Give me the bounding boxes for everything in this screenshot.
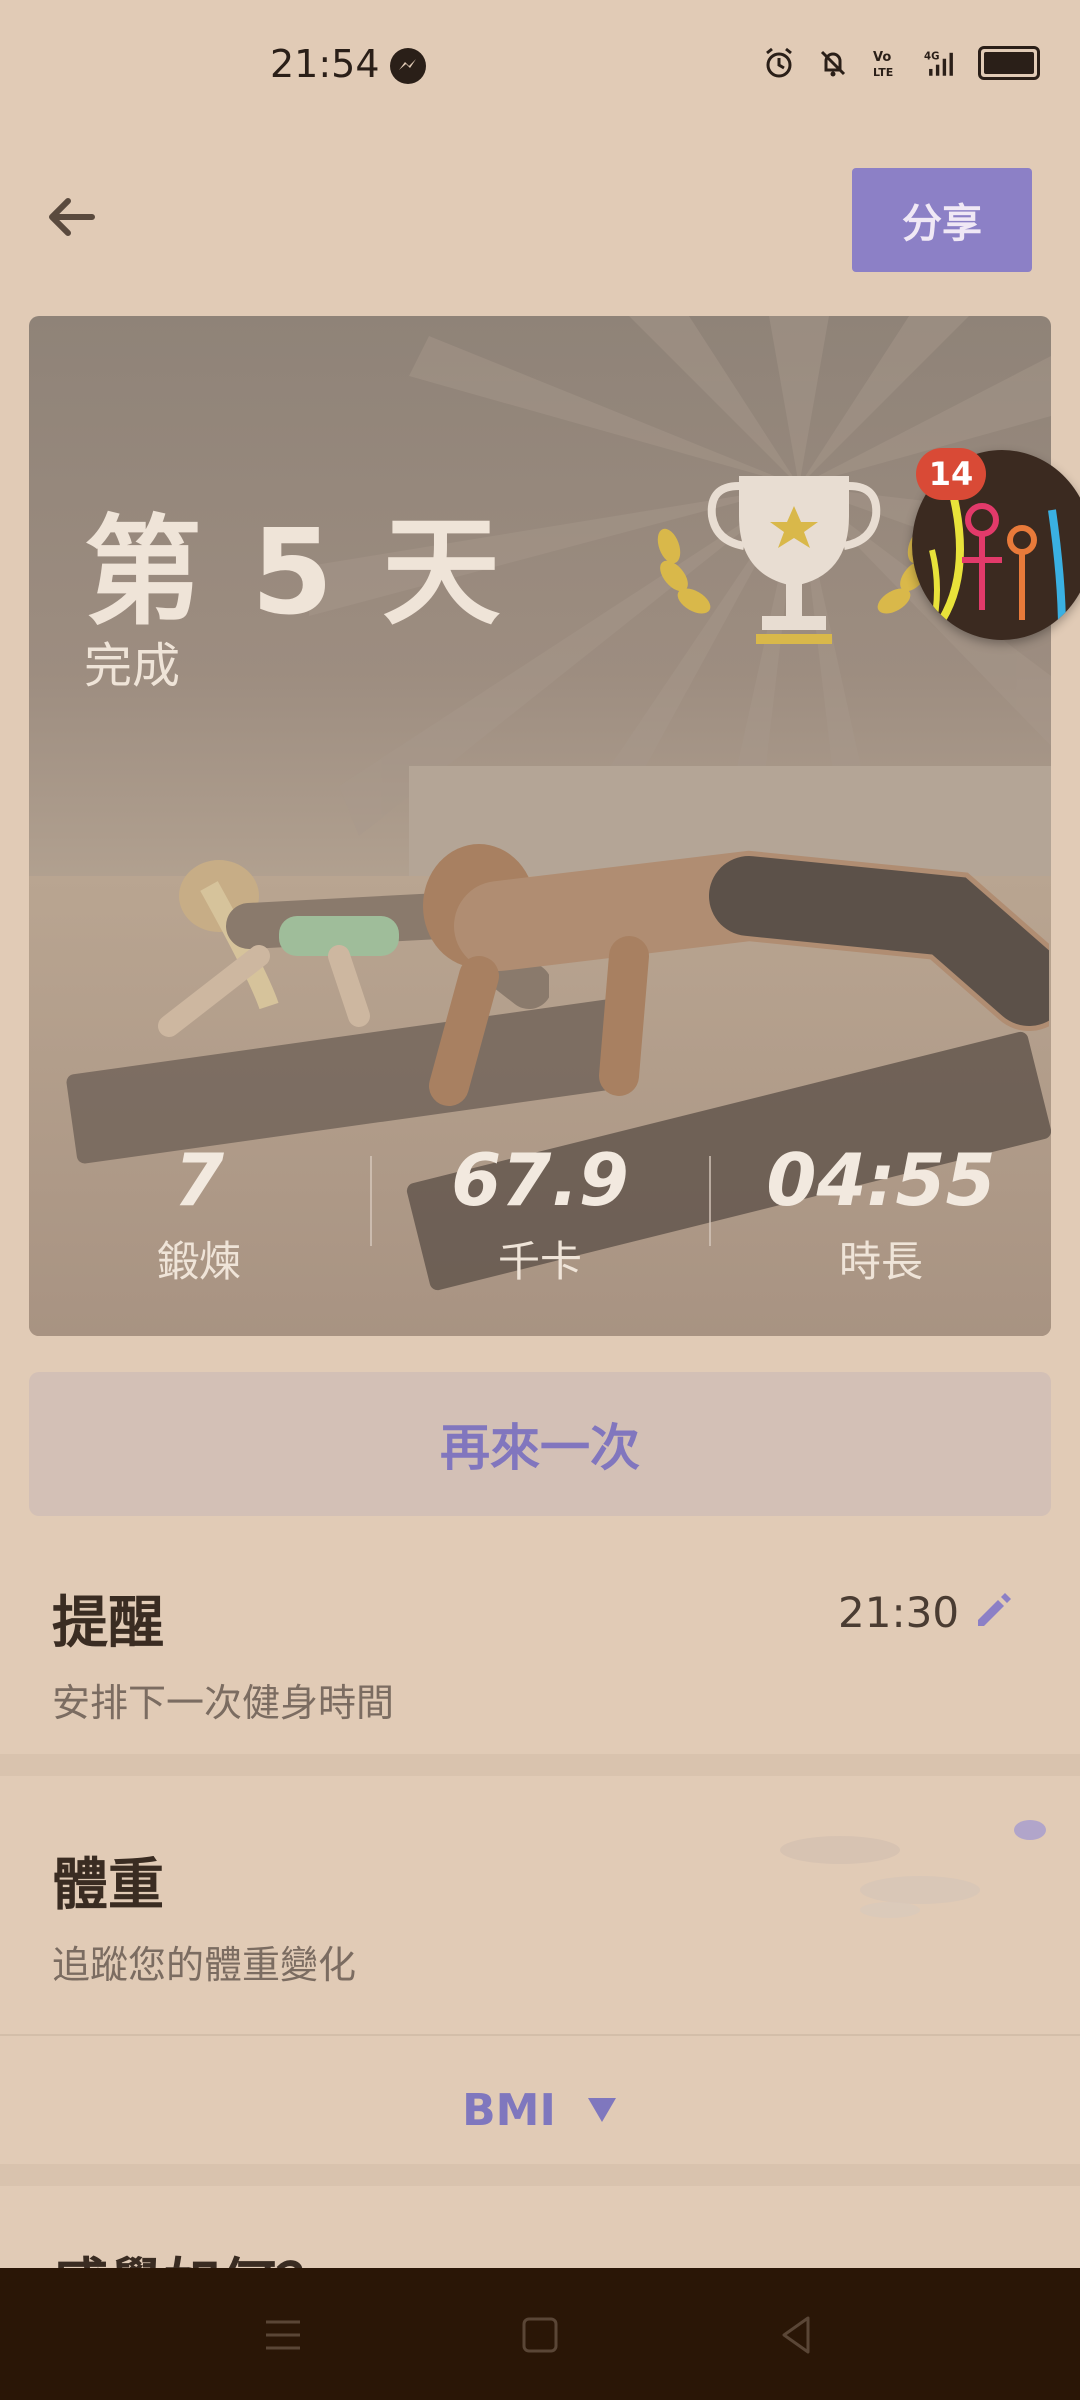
- reminder-title: 提醒: [52, 1591, 164, 1656]
- svg-text:4G: 4G: [924, 52, 939, 63]
- status-icons: Vo LTE 4G: [762, 46, 1040, 80]
- next-section-title: 感覺如何？: [52, 2240, 332, 2268]
- triangle-down-icon: [587, 2098, 616, 2122]
- notification-badge: 14: [916, 448, 986, 500]
- svg-text:Vo: Vo: [873, 50, 891, 65]
- reminder-subtitle: 安排下一次健身時間: [52, 1681, 395, 1725]
- stat-value: 04:55: [766, 1138, 996, 1222]
- navigation-bar: [0, 2268, 1080, 2400]
- bmi-toggle[interactable]: BMI: [0, 2070, 1080, 2150]
- day-title: 第 5 天: [84, 503, 505, 641]
- stat-value: 67.9: [451, 1138, 629, 1222]
- weight-chart-preview: [780, 1820, 1046, 1918]
- stat-duration: 04:55 時長: [711, 1136, 1051, 1289]
- bmi-label: BMI: [462, 2084, 556, 2136]
- stat-label: 時長: [838, 1237, 923, 1286]
- weight-subtitle: 追蹤您的體重變化: [52, 1943, 357, 1987]
- workout-summary-card: 第 5 天 完成 7 鍛煉 67.9 千卡 04:55 時長: [29, 316, 1051, 1336]
- stat-label: 千卡: [497, 1237, 582, 1286]
- status-time: 21:54: [270, 42, 380, 86]
- reminder-time[interactable]: 21:30: [838, 1588, 959, 1637]
- signal-4g-icon: 4G: [924, 52, 953, 76]
- pencil-icon[interactable]: [970, 1588, 1016, 1634]
- stat-exercises: 7 鍛煉: [29, 1136, 369, 1289]
- menu-icon[interactable]: [258, 2310, 308, 2360]
- messenger-icon: [390, 48, 426, 84]
- status-bar: 21:54 Vo LTE 4G: [0, 0, 1080, 135]
- alarm-icon: [766, 47, 792, 78]
- trophy-icon: [657, 476, 931, 644]
- weight-title: 體重: [52, 1853, 164, 1918]
- stat-label: 鍛煉: [156, 1237, 241, 1286]
- section-separator: [0, 1754, 1080, 1776]
- stat-value: 7: [173, 1138, 225, 1222]
- volte-icon: VoLTE: [873, 50, 893, 79]
- svg-text:LTE: LTE: [873, 66, 893, 79]
- arrow-left-icon[interactable]: [40, 185, 104, 249]
- man-planking-figure: [423, 844, 1049, 1106]
- share-button[interactable]: 分享: [852, 168, 1032, 272]
- mute-icon: [820, 50, 846, 77]
- do-again-button[interactable]: 再來一次: [29, 1372, 1051, 1516]
- divider: [0, 2034, 1080, 2036]
- day-subtitle: 完成: [84, 638, 181, 694]
- stat-calories: 67.9 千卡: [370, 1136, 710, 1289]
- workout-stats: 7 鍛煉 67.9 千卡 04:55 時長: [29, 1136, 1051, 1286]
- home-icon[interactable]: [515, 2310, 565, 2360]
- battery-icon: [978, 46, 1040, 80]
- section-separator: [0, 2164, 1080, 2186]
- back-triangle-icon[interactable]: [772, 2310, 822, 2360]
